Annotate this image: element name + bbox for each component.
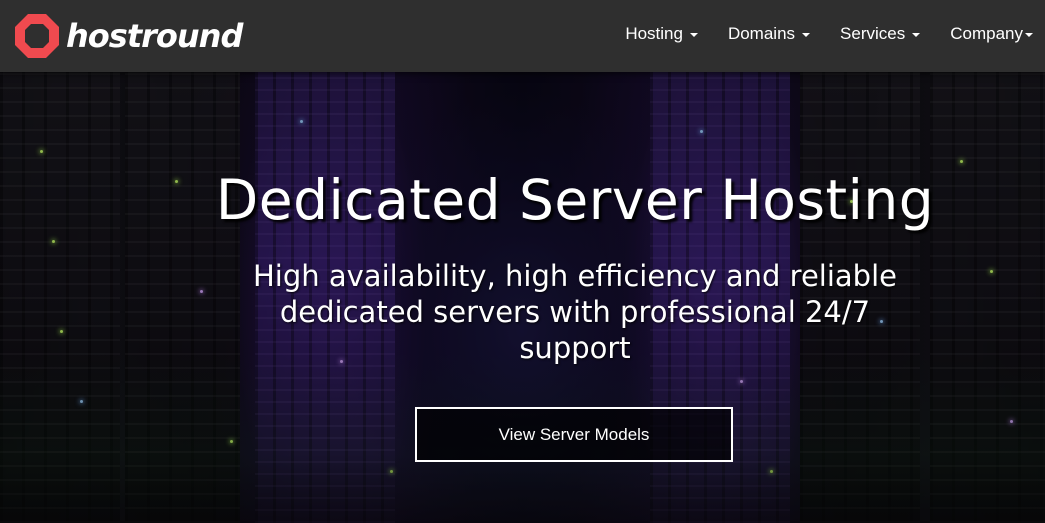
navbar: hostround Hosting Domains Services Compa…: [0, 0, 1045, 72]
hero-subtitle: High availability, high efficiency and r…: [253, 259, 897, 365]
nav-item-label: Domains: [727, 24, 796, 43]
nav-item-company[interactable]: Company: [950, 24, 1033, 44]
brand-name: hostround: [66, 17, 243, 55]
red-octagon-ring-icon: [15, 14, 59, 58]
nav-item-label: Services: [840, 24, 906, 43]
caret-down-icon: [1025, 33, 1033, 37]
page: hostround Hosting Domains Services Compa…: [0, 0, 1045, 523]
view-server-models-button[interactable]: View Server Models: [415, 407, 733, 462]
nav-item-label: Hosting: [625, 24, 683, 43]
logo-link[interactable]: hostround: [12, 10, 243, 62]
caret-down-icon: [689, 33, 698, 37]
hero-section: Dedicated Server Hosting High availabili…: [0, 0, 1045, 523]
nav-item-hosting[interactable]: Hosting: [625, 24, 698, 44]
nav-item-services[interactable]: Services: [840, 24, 921, 44]
caret-down-icon: [912, 33, 921, 37]
hero-title: Dedicated Server Hosting: [215, 168, 935, 232]
nav-item-label: Company: [950, 24, 1023, 43]
main-nav: Hosting Domains Services Company: [595, 0, 1033, 68]
caret-down-icon: [802, 33, 811, 37]
nav-item-domains[interactable]: Domains: [727, 24, 811, 44]
